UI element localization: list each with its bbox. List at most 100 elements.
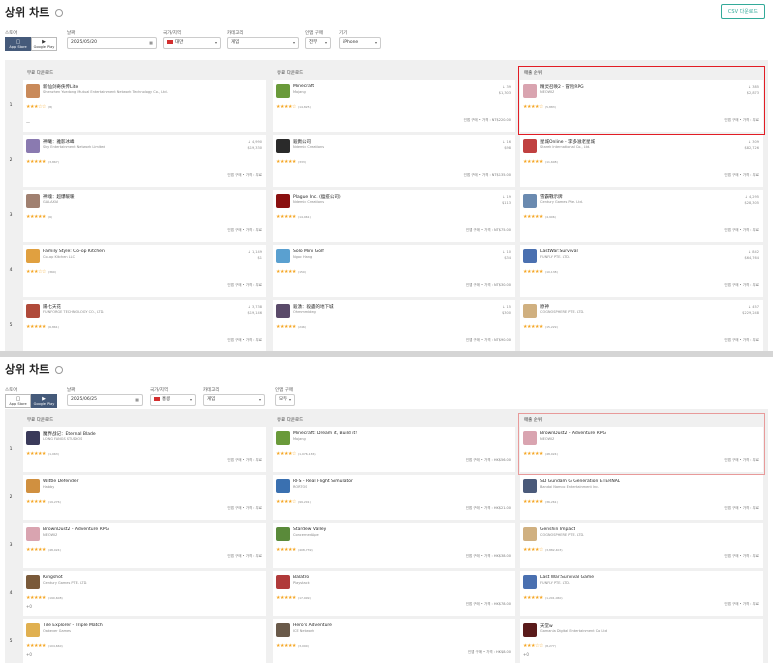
app-icon [276,431,290,445]
app-card[interactable]: Minecraft Mojang ★★★★☆ (14,825) ↓ 39 $1,303 인앱… [273,80,515,132]
rating-count: (1,076,136) [297,452,316,456]
star-icons: ★★★★★ [523,214,543,220]
date-filter: 날짜 2025/05/20 ▦ [67,30,157,49]
category-filter: 카테고리 게임 ▾ [203,387,265,406]
rating-count: (190,608) [47,596,63,600]
app-icon [26,527,40,541]
app-card[interactable]: BrownDust2 - Adventure RPG NEOWIZ ★★★★★ (48… [23,523,266,568]
app-name[interactable]: Solo Mini Golf [293,249,324,254]
app-name[interactable]: BrownDust2 - Adventure RPG [43,527,109,532]
app-card[interactable]: Hero's Adventure ICE Network ★★★★★ (3,090) 인… [273,619,515,663]
app-name[interactable]: BrownDust2 - Adventure RPG [540,431,606,436]
store-toggle: App Store▶Google Play [5,37,57,51]
app-card[interactable]: Wittle Defender Habby ★★★★★ (19,276) 인앱 구매 •… [23,475,266,520]
app-card[interactable]: 陽七天花 FUNFORGE TECHNOLOGY CO., LTD. ★★★★★ (6… [23,300,266,352]
rating-stars: ★★★★★ (15,229) [523,324,558,330]
app-card[interactable]: 神曦：雅影冰峰 Sky Entertainment Network Limited… [23,135,266,187]
rating-count: (1,063) [47,452,59,456]
app-card[interactable]: Solo Mini Golf Ngoc Hang ★★★★★ (150) ↓ 10 $34… [273,245,515,297]
app-card[interactable]: 精灵召唤2 - 冒险RPG NEOWIZ ★★★★☆ (5,883) ↓ 385 $2,8… [520,80,763,132]
star-icons: ★★★★★ [26,595,46,601]
app-card[interactable]: 神魂：超爆暖暖 GALAXIA ★★★★★ (6) 인앱 구매 • 가격 : 무료 [23,190,266,242]
app-name[interactable]: Balatro [293,575,309,580]
app-icon [523,194,537,208]
rating-count: (3,867) [47,160,59,164]
app-icon [26,431,40,445]
chevron-down-icon: ▾ [324,40,327,45]
rating-stars: ★★★★★ (3,867) [26,159,59,165]
in-app-purchase-filter: 인앱 구매 전부 ▾ [305,30,331,49]
app-icon [276,304,290,318]
app-name[interactable]: Wittle Defender [43,479,79,484]
store-option-app-store[interactable]: App Store [5,37,31,51]
column-header: 무료 다운로드 [27,418,54,423]
app-card[interactable]: Family Style: Co-op Kitchen Co-op Kitchen… [23,245,266,297]
category-select[interactable]: 게임 ▾ [203,394,265,406]
app-card[interactable]: 天堂w Gamania Digital Entertainment Co Ltd ★… [520,619,763,663]
app-name[interactable]: Hero's Adventure [293,623,332,628]
app-name[interactable]: Minecraft: Dream it, Build it! [293,431,357,436]
app-card[interactable]: 原神 COGNOSPHERE PTE. LTD. ★★★★★ (15,229) ↓ 45… [520,300,763,352]
date-select[interactable]: 2025/06/25 ▦ [67,394,143,406]
app-name[interactable]: Last War:Survival Game [540,575,594,580]
app-name[interactable]: Stardew Valley [293,527,326,532]
app-card[interactable]: 魔界战记：Eternal Blade LONG FANGS STUDIOS ★★★★… [23,427,266,472]
app-card[interactable]: Stardew Valley ConcernedApe ★★★★★ (408,739)… [273,523,515,568]
column-header: 매출 순위 [524,418,542,423]
device-select[interactable]: iPhone ▾ [339,37,381,49]
app-name[interactable]: SD Gundam G Generation ETERNAL [540,479,620,484]
app-card[interactable]: Kingshot Century Games PTE. LTD. ★★★★★ (190… [23,571,266,616]
top-charts-panel-google-play: 상위 차트스토어App Store▶Google Play날짜2025/06/… [0,357,773,663]
app-name[interactable]: Kingshot [43,575,63,580]
app-name[interactable]: Family Style: Co-op Kitchen [43,249,105,254]
app-card[interactable]: BrownDust2 - Adventure RPG NEOWIZ ★★★★★ (48… [520,427,763,472]
purchase-info: 인앱 구매 • 가격 : NT$90.00 [465,338,511,342]
app-name[interactable]: Tile Explorer - Triple Match [43,623,103,628]
category-select[interactable]: 게임 ▾ [227,37,299,49]
app-card[interactable]: Tile Explorer - Triple Match Oakever Game… [23,619,266,663]
app-name[interactable]: LastWar:Survival [540,249,578,254]
app-card[interactable]: 殺湧：殺盡的地下城 Ohmmmbleg ★★★★★ (246) ↓ 15 $300 인앱 구… [273,300,515,352]
app-card[interactable]: Last War:Survival Game FUNFLY PTE. LTD. ★★… [520,571,763,616]
country-select[interactable]: 대만 ▾ [163,37,221,49]
revenue-value: $19,330 [247,146,262,150]
app-card[interactable]: LastWar:Survival FUNFLY PTE. LTD. ★★★★★ (10… [520,245,763,297]
in-app-purchase-value: 모두 [279,397,288,402]
app-icon [26,194,40,208]
csv-download-button[interactable]: CSV 다운로드 [720,4,765,19]
calendar-icon: ▦ [149,40,153,45]
app-card[interactable]: Genshin Impact COGNOSPHERE PTE. LTD. ★★★★☆… [520,523,763,568]
country-select[interactable]: 홍콩 ▾ [150,394,196,406]
app-card[interactable]: 新仙剑奇侠传Lite Shenzhen Yuedong Mutual Entert… [23,80,266,132]
app-name[interactable]: Genshin Impact [540,527,575,532]
app-card[interactable]: Minecraft: Dream it, Build it! Mojang ★★★★… [273,427,515,472]
app-icon [26,249,40,263]
app-card[interactable]: 雪霸戰示牌 Century Games Pte. Ltd. ★★★★★ (4,906)… [520,190,763,242]
app-card[interactable]: 殺戮公司 Ndemic Creations ★★★★★ (333) ↓ 16 $98 인앱 … [273,135,515,187]
star-icons: ★★★★★ [523,324,543,330]
app-icon [26,479,40,493]
rating-count: (6) [47,215,53,219]
rating-count: (11,608) [544,160,558,164]
app-publisher: FUNFLY PTE. LTD. [540,255,571,259]
store-option-google-play[interactable]: ▶ Google Play [31,394,57,408]
store-option-google-play[interactable]: ▶ Google Play [31,37,57,51]
info-icon[interactable] [55,366,64,374]
rating-count: (8,277) [544,644,556,648]
download-stats: ↓ 385 $2,873 [747,84,759,96]
app-publisher: Mojang [293,437,306,441]
rating-count: (3,090) [297,644,309,648]
in-app-purchase-select[interactable]: 모두 ▾ [275,394,295,406]
app-card[interactable]: Balatro Playstack ★★★★★ (17,999) 인앱 구매 • 가격 … [273,571,515,616]
app-name[interactable]: Minecraft [293,84,314,89]
app-card[interactable]: RFS - Real Flight Simulator RORTOS ★★★★☆ (9… [273,475,515,520]
app-card[interactable]: 星城Online - 李多滋老星城 Starek International Co… [520,135,763,187]
app-name[interactable]: RFS - Real Flight Simulator [293,479,353,484]
star-icons: ★★★☆☆ [26,104,46,110]
info-icon[interactable] [55,9,64,17]
app-card[interactable]: Plague Inc. (瘟疫公司) Ndemic Creations ★★★★★(… [273,190,515,242]
date-select[interactable]: 2025/05/20 ▦ [67,37,157,49]
app-card[interactable]: SD Gundam G Generation ETERNAL Bandai Nam… [520,475,763,520]
in-app-purchase-select[interactable]: 전부 ▾ [305,37,331,49]
store-option-app-store[interactable]: App Store [5,394,31,408]
